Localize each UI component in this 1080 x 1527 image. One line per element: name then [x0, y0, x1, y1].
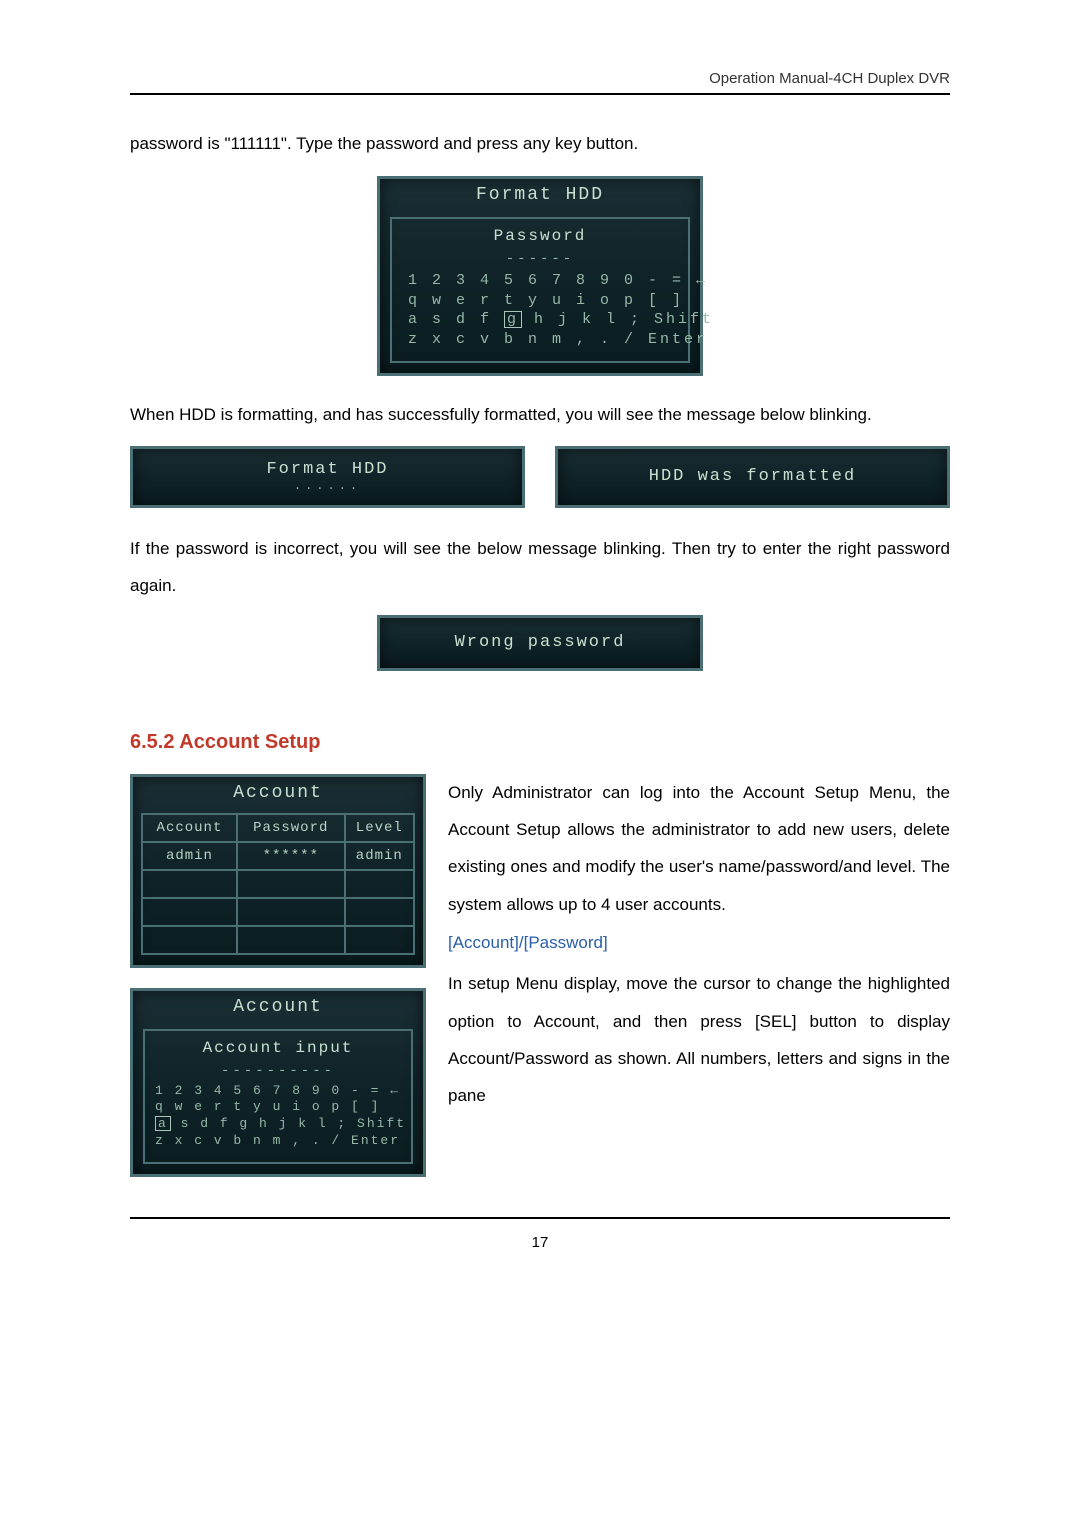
- table-header-row: Account Password Level: [142, 814, 414, 842]
- account-table: Account Password Level admin ****** admi…: [141, 813, 415, 955]
- page-number: 17: [130, 1234, 950, 1251]
- dvr-panel-formatted: HDD was formatted: [555, 446, 950, 508]
- osk-keys[interactable]: s d f g h j k l ; Shift: [171, 1116, 406, 1131]
- osk-row-1[interactable]: 1 2 3 4 5 6 7 8 9 0 - = ←: [153, 1083, 403, 1100]
- paragraph: When HDD is formatting, and has successf…: [130, 396, 950, 433]
- panel-inner: Account Password Level admin ****** admi…: [141, 813, 415, 955]
- osk-row-2[interactable]: q w e r t y u i o p [ ]: [153, 1099, 403, 1116]
- osk-row-4[interactable]: z x c v b n m , . / Enter: [402, 330, 678, 350]
- cell-account: admin: [142, 842, 237, 870]
- table-row[interactable]: admin ****** admin: [142, 842, 414, 870]
- panel-sub: Account input: [153, 1039, 403, 1057]
- col-password: Password: [237, 814, 345, 842]
- osk-row-2[interactable]: q w e r t y u i o p [ ]: [402, 291, 678, 311]
- password-field-dashes: ------: [402, 251, 678, 267]
- progress-dots: ......: [294, 479, 361, 493]
- cell-password: ******: [237, 842, 345, 870]
- header-rule: [130, 93, 950, 95]
- figure-format-hdd: Format HDD Password ------ 1 2 3 4 5 6 7…: [130, 176, 950, 376]
- panel-inner: Password ------ 1 2 3 4 5 6 7 8 9 0 - = …: [390, 217, 690, 363]
- table-row[interactable]: [142, 870, 414, 898]
- paragraph: Only Administrator can log into the Acco…: [448, 774, 950, 924]
- osk-keys[interactable]: h j k l ; Shift: [522, 311, 714, 328]
- dvr-panel-formatting: Format HDD ......: [130, 446, 525, 508]
- subheading: [Account]/[Password]: [448, 933, 950, 953]
- paragraph: password is "111111". Type the password …: [130, 125, 950, 162]
- account-figures: Account Account Password Level admin ***…: [130, 774, 420, 1178]
- panel-title: Format HDD: [266, 460, 388, 479]
- osk-keys[interactable]: a s d f: [408, 311, 504, 328]
- page: Operation Manual-4CH Duplex DVR password…: [0, 0, 1080, 1291]
- panel-title: Account: [133, 991, 423, 1023]
- dvr-panel-format-hdd: Format HDD Password ------ 1 2 3 4 5 6 7…: [377, 176, 703, 376]
- panel-title: HDD was formatted: [649, 467, 856, 486]
- col-level: Level: [345, 814, 414, 842]
- cell-level: admin: [345, 842, 414, 870]
- osk-row-3[interactable]: a s d f g h j k l ; Shift: [153, 1116, 403, 1133]
- dvr-panel-account-input: Account Account input ---------- 1 2 3 4…: [130, 988, 426, 1178]
- panel-title: Account: [133, 777, 423, 809]
- osk-row-4[interactable]: z x c v b n m , . / Enter: [153, 1133, 403, 1150]
- osk-row-3[interactable]: a s d f g h j k l ; Shift: [402, 310, 678, 330]
- paragraph: In setup Menu display, move the cursor t…: [448, 965, 950, 1115]
- paragraph: If the password is incorrect, you will s…: [130, 530, 950, 605]
- input-field-dashes: ----------: [153, 1063, 403, 1079]
- dvr-panel-wrong-password: Wrong password: [377, 615, 703, 671]
- table-row[interactable]: [142, 898, 414, 926]
- doc-header: Operation Manual-4CH Duplex DVR: [130, 70, 950, 87]
- osk-row-1[interactable]: 1 2 3 4 5 6 7 8 9 0 - = ←: [402, 271, 678, 291]
- dvr-panel-account-list: Account Account Password Level admin ***…: [130, 774, 426, 968]
- panel-title: Wrong password: [455, 633, 626, 652]
- figure-format-results: Format HDD ...... HDD was formatted: [130, 446, 950, 508]
- panel-title: Format HDD: [380, 179, 700, 211]
- account-section: Account Account Password Level admin ***…: [130, 774, 950, 1178]
- table-row[interactable]: [142, 926, 414, 954]
- figure-wrong-password: Wrong password: [130, 615, 950, 671]
- account-text: Only Administrator can log into the Acco…: [448, 774, 950, 1125]
- section-heading: 6.5.2 Account Setup: [130, 731, 950, 754]
- osk-cursor-key[interactable]: g: [504, 311, 522, 328]
- osk-cursor-key[interactable]: a: [155, 1116, 171, 1131]
- panel-sub: Password: [402, 227, 678, 245]
- footer-rule: [130, 1217, 950, 1219]
- col-account: Account: [142, 814, 237, 842]
- panel-inner: Account input ---------- 1 2 3 4 5 6 7 8…: [143, 1029, 413, 1165]
